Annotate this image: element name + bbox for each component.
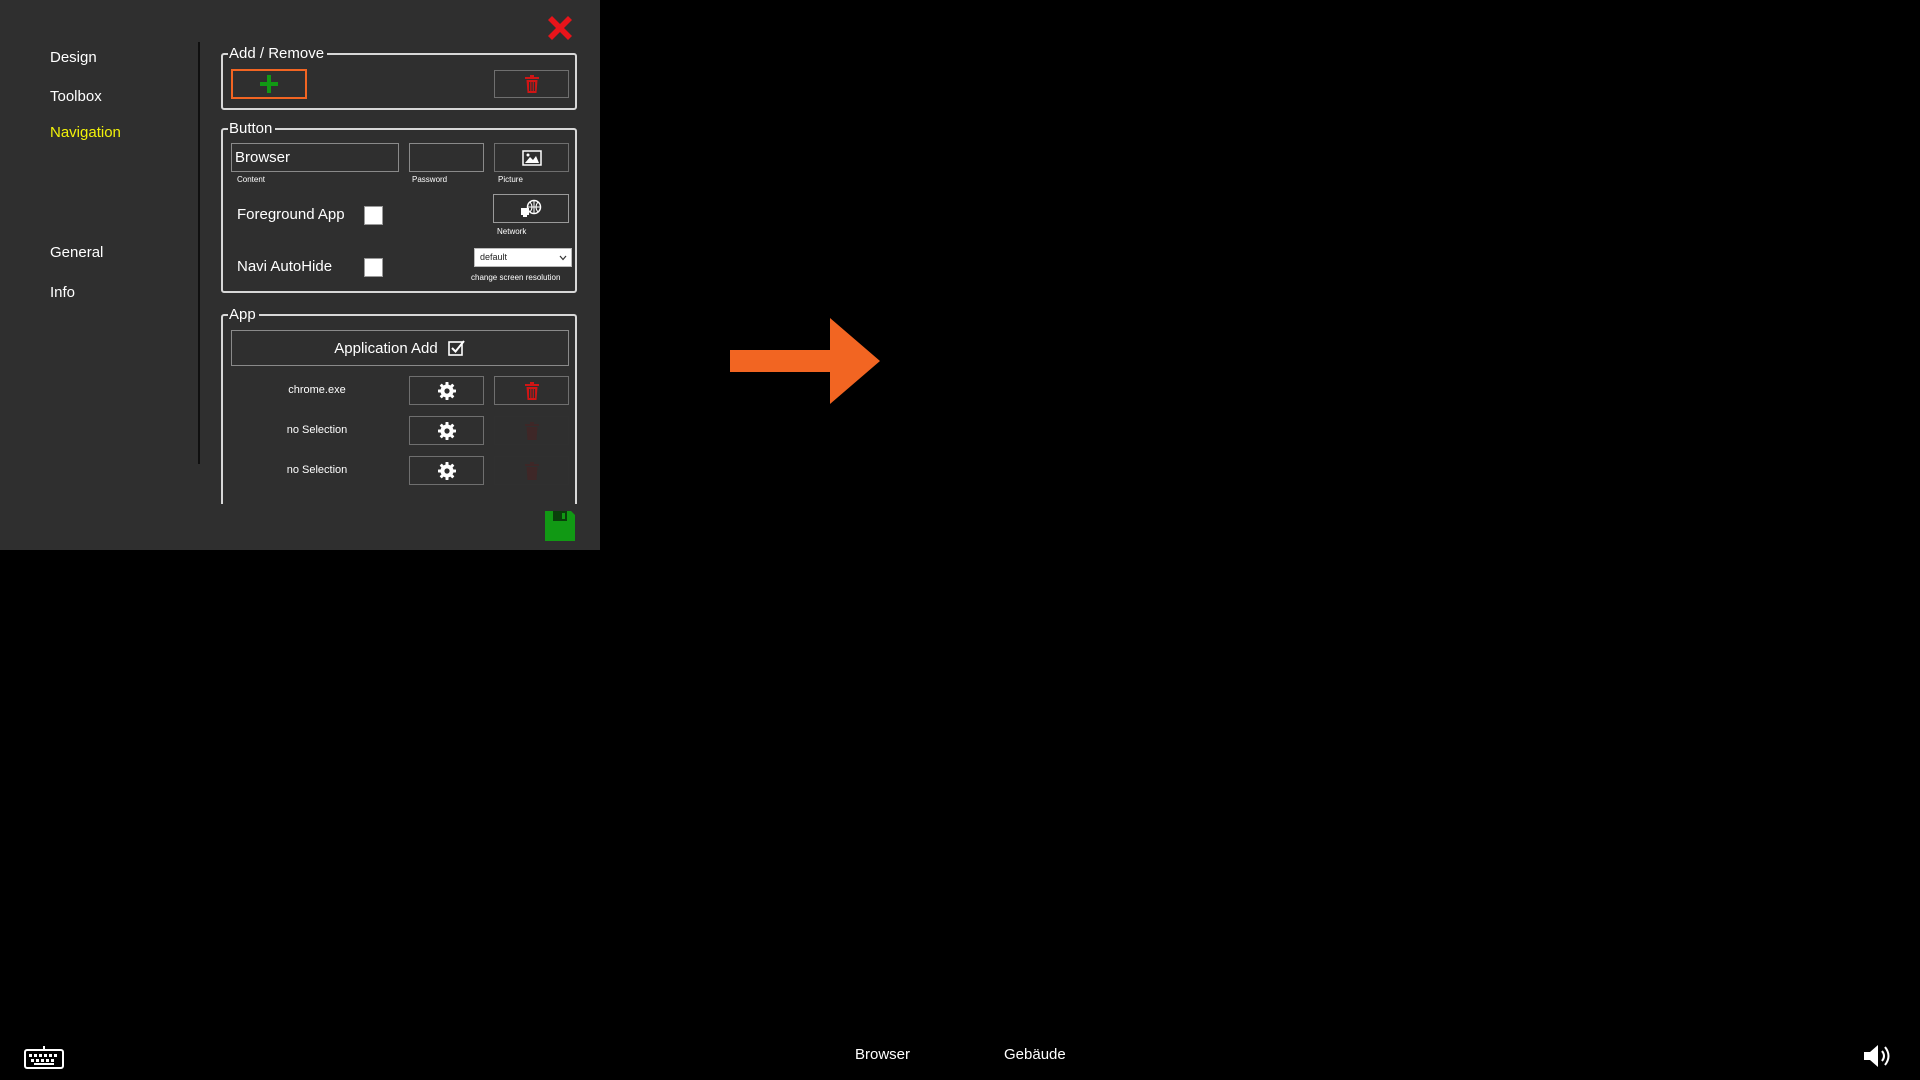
content-label: Content: [237, 175, 266, 184]
save-icon: [545, 511, 575, 541]
button-legend: Button: [228, 120, 276, 138]
application-add-label: Application Add: [334, 339, 438, 357]
password-input[interactable]: [409, 143, 484, 172]
trash-icon: [524, 421, 539, 440]
trash-icon: [524, 381, 539, 400]
taskbar-item-browser[interactable]: Browser: [855, 1046, 910, 1063]
app-row-3-settings-button[interactable]: [409, 456, 484, 485]
close-icon: [548, 16, 572, 40]
resolution-select[interactable]: default: [474, 248, 572, 267]
app-row-1-name: chrome.exe: [288, 384, 346, 396]
app-row-2-delete-button: [494, 416, 569, 445]
content-input[interactable]: [231, 143, 399, 172]
app-row-2-settings-button[interactable]: [409, 416, 484, 445]
network-button[interactable]: [493, 194, 569, 223]
app-group: App Application Add chrome.exe no Select…: [221, 306, 577, 504]
add-button[interactable]: [231, 69, 307, 99]
network-label: Network: [497, 227, 527, 236]
password-label: Password: [412, 175, 448, 184]
highlight-arrow: [730, 318, 880, 404]
nav-item-info[interactable]: Info: [50, 284, 75, 301]
app-row-3-name: no Selection: [286, 464, 348, 476]
foreground-app-checkbox[interactable]: [364, 206, 383, 225]
trash-icon: [524, 75, 539, 93]
image-icon: [521, 149, 542, 166]
gear-icon: [437, 461, 456, 480]
keyboard-button[interactable]: [24, 1044, 64, 1070]
navi-autohide-label: Navi AutoHide: [237, 258, 333, 275]
settings-dialog: Design Toolbox Navigation General Info A…: [0, 0, 600, 550]
nav-item-toolbox[interactable]: Toolbox: [50, 88, 102, 105]
checkbox-checked-icon: [447, 340, 465, 356]
plus-icon: [260, 75, 278, 93]
gear-icon: [437, 421, 456, 440]
app-row-2-name: no Selection: [286, 424, 348, 436]
nav-divider: [198, 42, 200, 464]
chevron-down-icon: [559, 255, 567, 261]
save-button[interactable]: [544, 510, 576, 542]
close-button[interactable]: [542, 10, 578, 46]
app-legend: App: [228, 306, 259, 324]
app-row-3-delete-button: [494, 456, 569, 485]
network-icon: [521, 199, 542, 217]
app-row-1-settings-button[interactable]: [409, 376, 484, 405]
volume-button[interactable]: [1862, 1042, 1892, 1070]
nav-item-design[interactable]: Design: [50, 49, 97, 66]
application-add-button[interactable]: Application Add: [231, 330, 569, 366]
volume-icon: [1864, 1045, 1890, 1067]
foreground-app-label: Foreground App: [237, 206, 345, 223]
button-settings-group: Button Content Password Picture Foregrou…: [221, 120, 577, 293]
picture-label: Picture: [498, 175, 523, 184]
resolution-selected-value: default: [480, 252, 508, 262]
gear-icon: [437, 381, 456, 400]
remove-button[interactable]: [494, 70, 569, 98]
app-row-1-delete-button[interactable]: [494, 376, 569, 405]
taskbar-item-gebaeude[interactable]: Gebäude: [1004, 1046, 1066, 1063]
add-remove-legend: Add / Remove: [228, 45, 328, 63]
add-remove-group: Add / Remove: [221, 45, 577, 110]
keyboard-icon: [24, 1046, 64, 1069]
trash-icon: [524, 461, 539, 480]
resolution-label: change screen resolution: [471, 273, 561, 282]
picture-button[interactable]: [494, 143, 569, 172]
nav-item-navigation[interactable]: Navigation: [50, 124, 121, 141]
nav-item-general[interactable]: General: [50, 244, 103, 261]
navi-autohide-checkbox[interactable]: [364, 258, 383, 277]
